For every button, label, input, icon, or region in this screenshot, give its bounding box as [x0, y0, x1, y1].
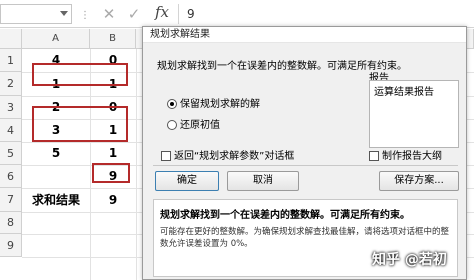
radio-restore-label: 还原初值	[180, 120, 220, 131]
row-header-8[interactable]: 8	[0, 212, 22, 234]
cell-a5[interactable]: 5	[22, 142, 90, 165]
radio-restore-values[interactable]: 还原初值	[167, 116, 220, 131]
formula-bar: ⋮ ✕ ✓ fx 9	[0, 0, 474, 28]
row-header-7[interactable]: 7	[0, 188, 22, 212]
checkbox-outline-reports[interactable]: 制作报告大纲	[369, 147, 442, 162]
checkbox-outline-label: 制作报告大纲	[382, 151, 442, 162]
cell-b5[interactable]: 1	[90, 142, 136, 165]
result-info-text: 可能存在更好的整数解。为确保规划求解查找最佳解，请将选项对话框中的整数允许误差设…	[160, 227, 450, 249]
cancel-button[interactable]: 取消	[227, 171, 299, 191]
name-box[interactable]	[0, 4, 72, 24]
enter-icon[interactable]: ✓	[125, 4, 143, 24]
select-all-corner[interactable]	[0, 29, 22, 49]
result-info-heading: 规划求解找到一个在误差内的整数解。可满足所有约束。	[160, 210, 410, 221]
row-header-9[interactable]: 9	[0, 234, 22, 257]
highlight-box	[32, 63, 128, 86]
row-header-3[interactable]: 3	[0, 96, 22, 119]
radio-button-icon[interactable]	[167, 120, 177, 130]
formula-input[interactable]: 9	[178, 4, 474, 24]
more-options-icon[interactable]: ⋮	[80, 10, 91, 21]
checkbox-icon[interactable]	[161, 151, 171, 161]
radio-keep-solution[interactable]: 保留规划求解的解	[167, 95, 260, 110]
chevron-down-icon[interactable]	[60, 11, 68, 16]
row-header-4[interactable]: 4	[0, 119, 22, 142]
checkbox-return-label: 返回“规划求解参数”对话框	[174, 151, 295, 162]
dialog-title[interactable]: 规划求解结果	[143, 27, 466, 43]
checkbox-icon[interactable]	[369, 151, 379, 161]
cell-a7[interactable]: 求和结果	[22, 188, 90, 212]
report-item-answer[interactable]: 运算结果报告	[374, 83, 454, 98]
row-header-5[interactable]: 5	[0, 142, 22, 165]
row-header-1[interactable]: 1	[0, 49, 22, 72]
insert-function-icon[interactable]: fx	[155, 3, 169, 21]
reports-list[interactable]: 运算结果报告	[369, 80, 459, 148]
column-header-b[interactable]: B	[90, 29, 136, 49]
solver-results-dialog: 规划求解结果 规划求解找到一个在误差内的整数解。可满足所有约束。 保留规划求解的…	[142, 26, 467, 280]
radio-keep-label: 保留规划求解的解	[180, 99, 260, 110]
cancel-icon[interactable]: ✕	[100, 4, 118, 24]
cell-b7[interactable]: 9	[90, 188, 136, 212]
gridline	[136, 49, 137, 280]
highlight-box	[32, 106, 128, 142]
column-header-a[interactable]: A	[22, 29, 90, 49]
watermark: 知乎 @若初	[372, 252, 447, 268]
divider	[153, 165, 458, 166]
row-header-2[interactable]: 2	[0, 72, 22, 96]
row-header-6[interactable]: 6	[0, 165, 22, 188]
highlight-box	[92, 163, 130, 183]
save-scenario-button[interactable]: 保存方案...	[379, 171, 459, 191]
radio-button-icon[interactable]	[167, 99, 177, 109]
checkbox-return-to-parameters[interactable]: 返回“规划求解参数”对话框	[161, 147, 294, 162]
ok-button[interactable]: 确定	[155, 171, 219, 191]
